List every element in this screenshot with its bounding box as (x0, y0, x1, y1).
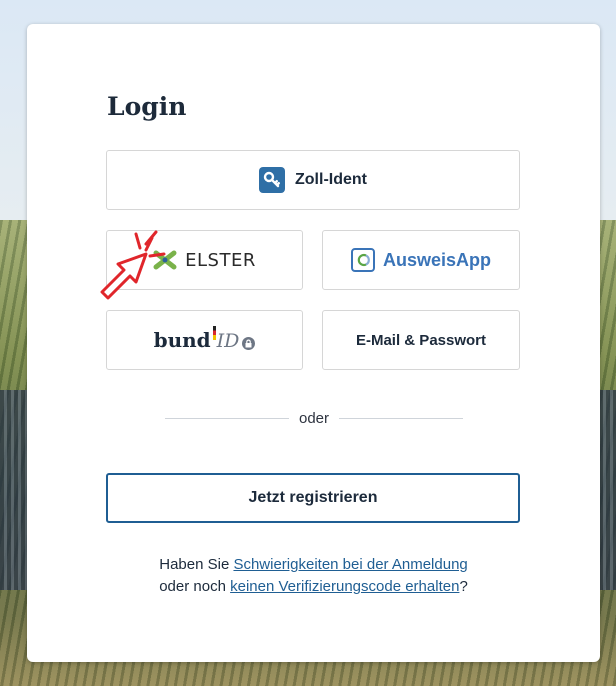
lock-icon (242, 337, 256, 350)
register-button[interactable]: Jetzt registrieren (106, 473, 520, 523)
login-difficulties-link[interactable]: Schwierigkeiten bei der Anmeldung (233, 556, 467, 573)
no-verification-code-link[interactable]: keinen Verifizierungscode erhalten (230, 578, 459, 595)
ausweisapp-button[interactable]: AusweisApp (322, 230, 520, 290)
bundid-id: ID (212, 326, 240, 352)
bundid-button[interactable]: bund ID (106, 310, 303, 370)
zoll-ident-label: Zoll-Ident (295, 171, 367, 188)
elster-label: ELSTER (185, 249, 256, 271)
bundid-id-text: ID (216, 330, 240, 352)
zoll-ident-button[interactable]: Zoll-Ident (106, 150, 520, 210)
help-line-1: Haben Sie Schwierigkeiten bei der Anmeld… (87, 554, 540, 576)
email-password-button[interactable]: E-Mail & Passwort (322, 310, 520, 370)
or-divider: oder (165, 408, 463, 428)
help-line-1-prefix: Haben Sie (159, 556, 234, 573)
login-card: Login Zoll-Ident ELSTER AusweisApp bund … (27, 24, 600, 662)
bundid-word: bund (153, 328, 211, 352)
ausweisapp-icon (350, 248, 375, 272)
help-line-2-prefix: oder noch (159, 578, 231, 595)
ausweisapp-label: AusweisApp (382, 249, 492, 270)
help-line-2: oder noch keinen Verifizierungscode erha… (87, 576, 540, 598)
flag-bar-icon (212, 326, 216, 340)
page-title: Login (107, 92, 187, 121)
help-line-2-suffix: ? (459, 578, 468, 595)
email-password-label: E-Mail & Passwort (355, 331, 487, 349)
bundid-logo: bund ID (153, 326, 256, 352)
divider-line-left (165, 417, 289, 419)
divider-line-right (339, 417, 463, 419)
click-pointer-icon (100, 230, 166, 300)
divider-text: oder (298, 409, 330, 427)
help-text: Haben Sie Schwierigkeiten bei der Anmeld… (87, 554, 540, 598)
key-icon (259, 167, 285, 193)
